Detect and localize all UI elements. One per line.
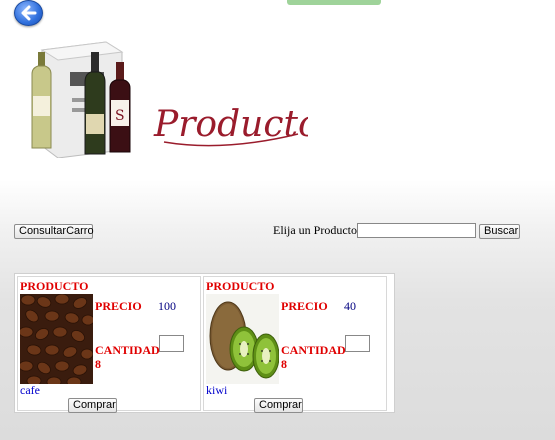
product-name: kiwi	[206, 383, 228, 397]
comprar-button[interactable]: Comprar	[254, 398, 303, 413]
product-card-cafe: PRODUCTO PRECIO 100 CANTIDAD 8 cafe Comp…	[17, 276, 201, 413]
product-heading: PRODUCTO	[206, 279, 275, 293]
back-button[interactable]	[14, 0, 43, 26]
product-search-input[interactable]	[357, 223, 476, 238]
back-arrow-icon	[21, 5, 36, 21]
precio-label: PRECIO	[281, 299, 328, 313]
svg-text:S: S	[115, 108, 125, 124]
quantity-input[interactable]	[345, 335, 370, 352]
comprar-button[interactable]: Comprar	[68, 398, 117, 413]
consultar-carro-button[interactable]: ConsultarCarro	[14, 224, 94, 239]
product-card-kiwi: PRODUCTO PRECIO 40 CANTIDAD 8 kiwi Compr…	[203, 276, 387, 413]
quantity-input[interactable]	[159, 335, 184, 352]
product-heading: PRODUCTO	[20, 279, 89, 293]
cantidad-label: CANTIDAD	[95, 343, 160, 357]
precio-label: PRECIO	[95, 299, 142, 313]
precio-value: 100	[158, 299, 176, 313]
banner-title: Productos	[153, 104, 308, 145]
product-name: cafe	[20, 383, 40, 397]
coffee-beans-image	[20, 294, 93, 384]
kiwi-image	[206, 294, 279, 384]
precio-value: 40	[344, 299, 356, 313]
cantidad-label: CANTIDAD	[281, 343, 346, 357]
products-banner: S Productos	[14, 38, 308, 158]
buscar-button[interactable]: Buscar	[479, 224, 520, 239]
wine-bottles-image: S Productos	[31, 41, 308, 158]
cantidad-value: 8	[281, 357, 287, 371]
products-table: PRODUCTO PRECIO 100 CANTIDAD 8 cafe Comp…	[14, 273, 395, 413]
search-label: Elija un Producto	[273, 223, 357, 237]
cantidad-value: 8	[95, 357, 101, 371]
top-tab	[287, 0, 381, 5]
